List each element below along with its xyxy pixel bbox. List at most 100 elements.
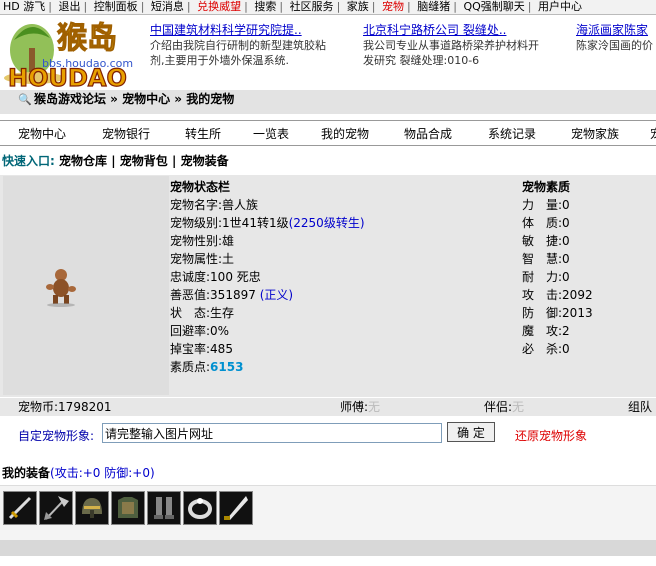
menu-rebirth[interactable]: 转生所 — [185, 125, 221, 142]
pet-menu: 宠物中心 宠物银行 转生所 一览表 我的宠物 物品合成 系统记录 宠物家族 宠 — [0, 120, 656, 146]
status-loyalty: 忠诚度:100 死忠 — [170, 270, 261, 284]
quick-equip-link[interactable]: 宠物装备 — [181, 154, 229, 168]
attrs-title: 宠物素质 — [522, 180, 571, 194]
status-points: 素质点:6153 — [170, 360, 244, 374]
nav-sep: | — [453, 0, 457, 13]
blade-icon[interactable] — [219, 491, 253, 525]
breadcrumb-bar: 🔍 猴岛游戏论坛 » 宠物中心 » 我的宠物 — [0, 90, 656, 114]
ad-1-line1: 介绍由我院自行研制的新型建筑胶粘 — [150, 39, 326, 52]
attr-row: 魔 攻:2 — [522, 324, 570, 338]
nav-brain[interactable]: 脑缝猪 — [414, 0, 453, 14]
menu-overview[interactable]: 一览表 — [253, 125, 289, 142]
status-level: 宠物级别:1世41转1级(2250级转生) — [170, 216, 365, 230]
nav-exchange[interactable]: 兑换威望 — [194, 0, 244, 14]
equipment-header: 我的装备(攻击:+0 防御:+0) — [2, 464, 155, 481]
ad-3-title[interactable]: 海派画家陈家 — [576, 22, 656, 38]
master-field: 师傅:无 — [340, 400, 381, 414]
ad-2-line1: 我公司专业从事道路桥梁养护材料开 — [363, 39, 539, 52]
quick-warehouse-link[interactable]: 宠物仓库 — [59, 154, 107, 168]
sword-icon[interactable] — [3, 491, 37, 525]
ad-2-line2: 发研究 裂缝处理:010-6 — [363, 54, 480, 67]
status-good-evil: 善恶值:351897 (正义) — [170, 288, 294, 302]
status-attr: 宠物属性:土 — [170, 252, 235, 266]
ad-3-line1: 陈家泠国画的价 — [576, 39, 653, 52]
ad-1-title[interactable]: 中国建筑材料科学研究院提.. — [150, 22, 326, 38]
quick-entry: 快速入口: 宠物仓库 | 宠物背包 | 宠物装备 — [2, 152, 229, 170]
rebirth-link[interactable]: (2250级转生) — [289, 216, 365, 230]
nav-sep: | — [186, 0, 191, 13]
status-name: 宠物名字:兽人族 — [170, 198, 259, 212]
nav-sep: | — [336, 0, 341, 13]
status-state: 状 态:生存 — [170, 306, 235, 320]
attr-row: 必 杀:0 — [522, 342, 570, 356]
attr-row: 耐 力:0 — [522, 270, 570, 284]
ad-1: 中国建筑材料科学研究院提.. 介绍由我院自行研制的新型建筑胶粘 剂,主要用于外墙… — [150, 22, 326, 68]
status-panel: 宠物状态栏 宠物名字:兽人族 宠物级别:1世41转1级(2250级转生) 宠物性… — [170, 178, 520, 376]
magnifier-icon: 🔍 — [18, 93, 32, 106]
status-title: 宠物状态栏 — [170, 180, 231, 194]
equipment-title: 我的装备 — [2, 466, 51, 480]
ad-2: 北京科宁路桥公司 裂缝处.. 我公司专业从事道路桥梁养护材料开 发研究 裂缝处理… — [363, 22, 539, 68]
status-drop: 掉宝率:485 — [170, 342, 233, 356]
nav-sep: | — [244, 0, 248, 13]
nav-services[interactable]: 社区服务 — [287, 0, 337, 14]
menu-pet-center[interactable]: 宠物中心 — [18, 125, 66, 142]
boots-icon[interactable] — [147, 491, 181, 525]
ring-icon[interactable] — [183, 491, 217, 525]
quick-sep: | — [171, 154, 177, 168]
status-dodge: 回避率:0% — [170, 324, 230, 338]
coin-bar: 宠物币:1798201 师傅:无 伴侣:无 组队 — [0, 398, 656, 416]
partner-field: 伴侣:无 — [484, 400, 525, 414]
menu-system-log[interactable]: 系统记录 — [488, 125, 536, 142]
attr-row: 防 御:2013 — [522, 306, 593, 320]
armor-icon[interactable] — [111, 491, 145, 525]
attr-row: 攻 击:2092 — [522, 288, 593, 302]
quick-sep: | — [111, 154, 116, 168]
custom-image-label: 自定宠物形象: — [18, 429, 95, 443]
nav-search[interactable]: 搜索 — [251, 0, 279, 14]
restore-image-link[interactable]: 还原宠物形象 — [515, 427, 587, 444]
axe-icon[interactable] — [39, 491, 73, 525]
nav-sep: | — [371, 0, 376, 13]
quick-label: 快速入口: — [2, 154, 55, 168]
logo-cn-text: 猴岛 — [57, 21, 117, 56]
ad-1-line2: 剂,主要用于外墙外保温系统. — [150, 54, 289, 67]
nav-sep: | — [527, 0, 532, 13]
logo-url: bbs.houdao.com — [42, 57, 133, 70]
footer-bar — [0, 540, 656, 556]
coin-label: 宠物币:1798201 — [18, 400, 112, 414]
helmet-icon[interactable] — [75, 491, 109, 525]
menu-my-pet[interactable]: 我的宠物 — [321, 125, 369, 142]
attr-row: 力 量:0 — [522, 198, 570, 212]
status-gender: 宠物性别:雄 — [170, 234, 235, 248]
custom-image-row: 自定宠物形象: 确 定 还原宠物形象 — [0, 418, 656, 452]
pet-sprite-icon — [46, 269, 76, 307]
ad-3: 海派画家陈家 陈家泠国画的价 — [576, 22, 656, 53]
menu-item-synthesis[interactable]: 物品合成 — [404, 125, 452, 142]
nav-sep: | — [407, 0, 411, 13]
nav-sep: | — [279, 0, 284, 13]
confirm-button[interactable]: 确 定 — [447, 422, 495, 442]
nav-family[interactable]: 家族 — [344, 0, 372, 14]
nav-pet[interactable]: 宠物 — [379, 0, 407, 14]
team-link[interactable]: 组队 — [628, 398, 652, 416]
breadcrumb[interactable]: 猴岛游戏论坛 » 宠物中心 » 我的宠物 — [34, 90, 234, 108]
menu-more[interactable]: 宠 — [650, 125, 656, 142]
equipment-stats: (攻击:+0 防御:+0) — [50, 466, 155, 480]
points-value[interactable]: 6153 — [210, 360, 243, 374]
site-logo[interactable]: 猴岛 HOUDAO bbs.houdao.com — [2, 10, 152, 93]
attrs-panel: 宠物素质 力 量:0 体 质:0 敏 捷:0 智 慧:0 耐 力:0 攻 击:2… — [522, 178, 656, 358]
nav-user-center[interactable]: 用户中心 — [535, 0, 585, 14]
image-url-input[interactable] — [102, 423, 442, 443]
attr-row: 智 慧:0 — [522, 252, 570, 266]
good-tag: (正义) — [259, 288, 294, 302]
nav-messages[interactable]: 短消息 — [148, 0, 187, 14]
attr-row: 体 质:0 — [522, 216, 570, 230]
nav-qq-chat[interactable]: QQ强制聊天 — [460, 0, 527, 14]
ad-2-title[interactable]: 北京科宁路桥公司 裂缝处.. — [363, 22, 539, 38]
quick-bag-link[interactable]: 宠物背包 — [120, 154, 168, 168]
menu-pet-family[interactable]: 宠物家族 — [571, 125, 619, 142]
attr-row: 敏 捷:0 — [522, 234, 570, 248]
menu-pet-bank[interactable]: 宠物银行 — [102, 125, 150, 142]
pet-image-area — [3, 176, 169, 395]
